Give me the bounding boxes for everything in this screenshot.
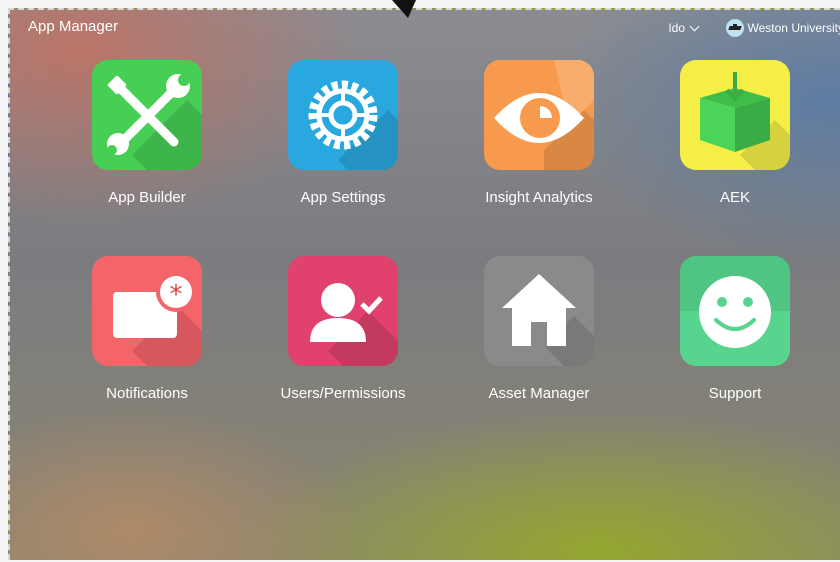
home-icon: [484, 256, 594, 366]
mouse-cursor-icon: [392, 0, 416, 18]
app-tile-aek[interactable]: AEK: [660, 60, 810, 210]
app-tile-app-settings[interactable]: App Settings: [268, 60, 418, 210]
app-tile-users-permissions[interactable]: Users/Permissions: [268, 256, 418, 406]
user-name: Ido: [668, 21, 685, 35]
app-label: App Builder: [108, 189, 186, 206]
app-label: Support: [708, 385, 762, 402]
app-tile-notifications[interactable]: * Notifications: [72, 256, 222, 406]
top-bar: App Manager Ido Weston University: [10, 10, 840, 44]
user-check-icon: [288, 256, 398, 366]
app-tile-support[interactable]: Support: [660, 256, 810, 406]
smiley-icon: [680, 256, 790, 366]
app-label: App Settings: [300, 189, 386, 206]
tools-icon: [92, 60, 202, 170]
user-menu[interactable]: Ido: [668, 21, 700, 35]
organization-name: Weston University: [747, 21, 840, 35]
app-tile-asset-manager[interactable]: Asset Manager: [464, 256, 614, 406]
app-manager-window: App Manager Ido Weston University App Bu…: [8, 8, 840, 560]
organization-switcher[interactable]: Weston University: [725, 19, 840, 37]
eye-icon: [484, 60, 594, 170]
app-tile-app-builder[interactable]: App Builder: [72, 60, 222, 210]
gear-icon: [288, 60, 398, 170]
university-logo-icon: [725, 19, 744, 37]
chevron-down-icon: [689, 21, 700, 32]
app-tile-insight-analytics[interactable]: Insight Analytics: [464, 60, 614, 210]
svg-text:*: *: [170, 280, 183, 310]
app-label: Insight Analytics: [485, 189, 593, 206]
notification-icon: *: [92, 256, 202, 366]
page-title: App Manager: [28, 18, 119, 35]
app-label: AEK: [719, 189, 750, 206]
app-label: Users/Permissions: [280, 385, 406, 402]
app-label: Notifications: [106, 385, 188, 402]
box-download-icon: [680, 60, 790, 170]
app-label: Asset Manager: [488, 385, 590, 402]
